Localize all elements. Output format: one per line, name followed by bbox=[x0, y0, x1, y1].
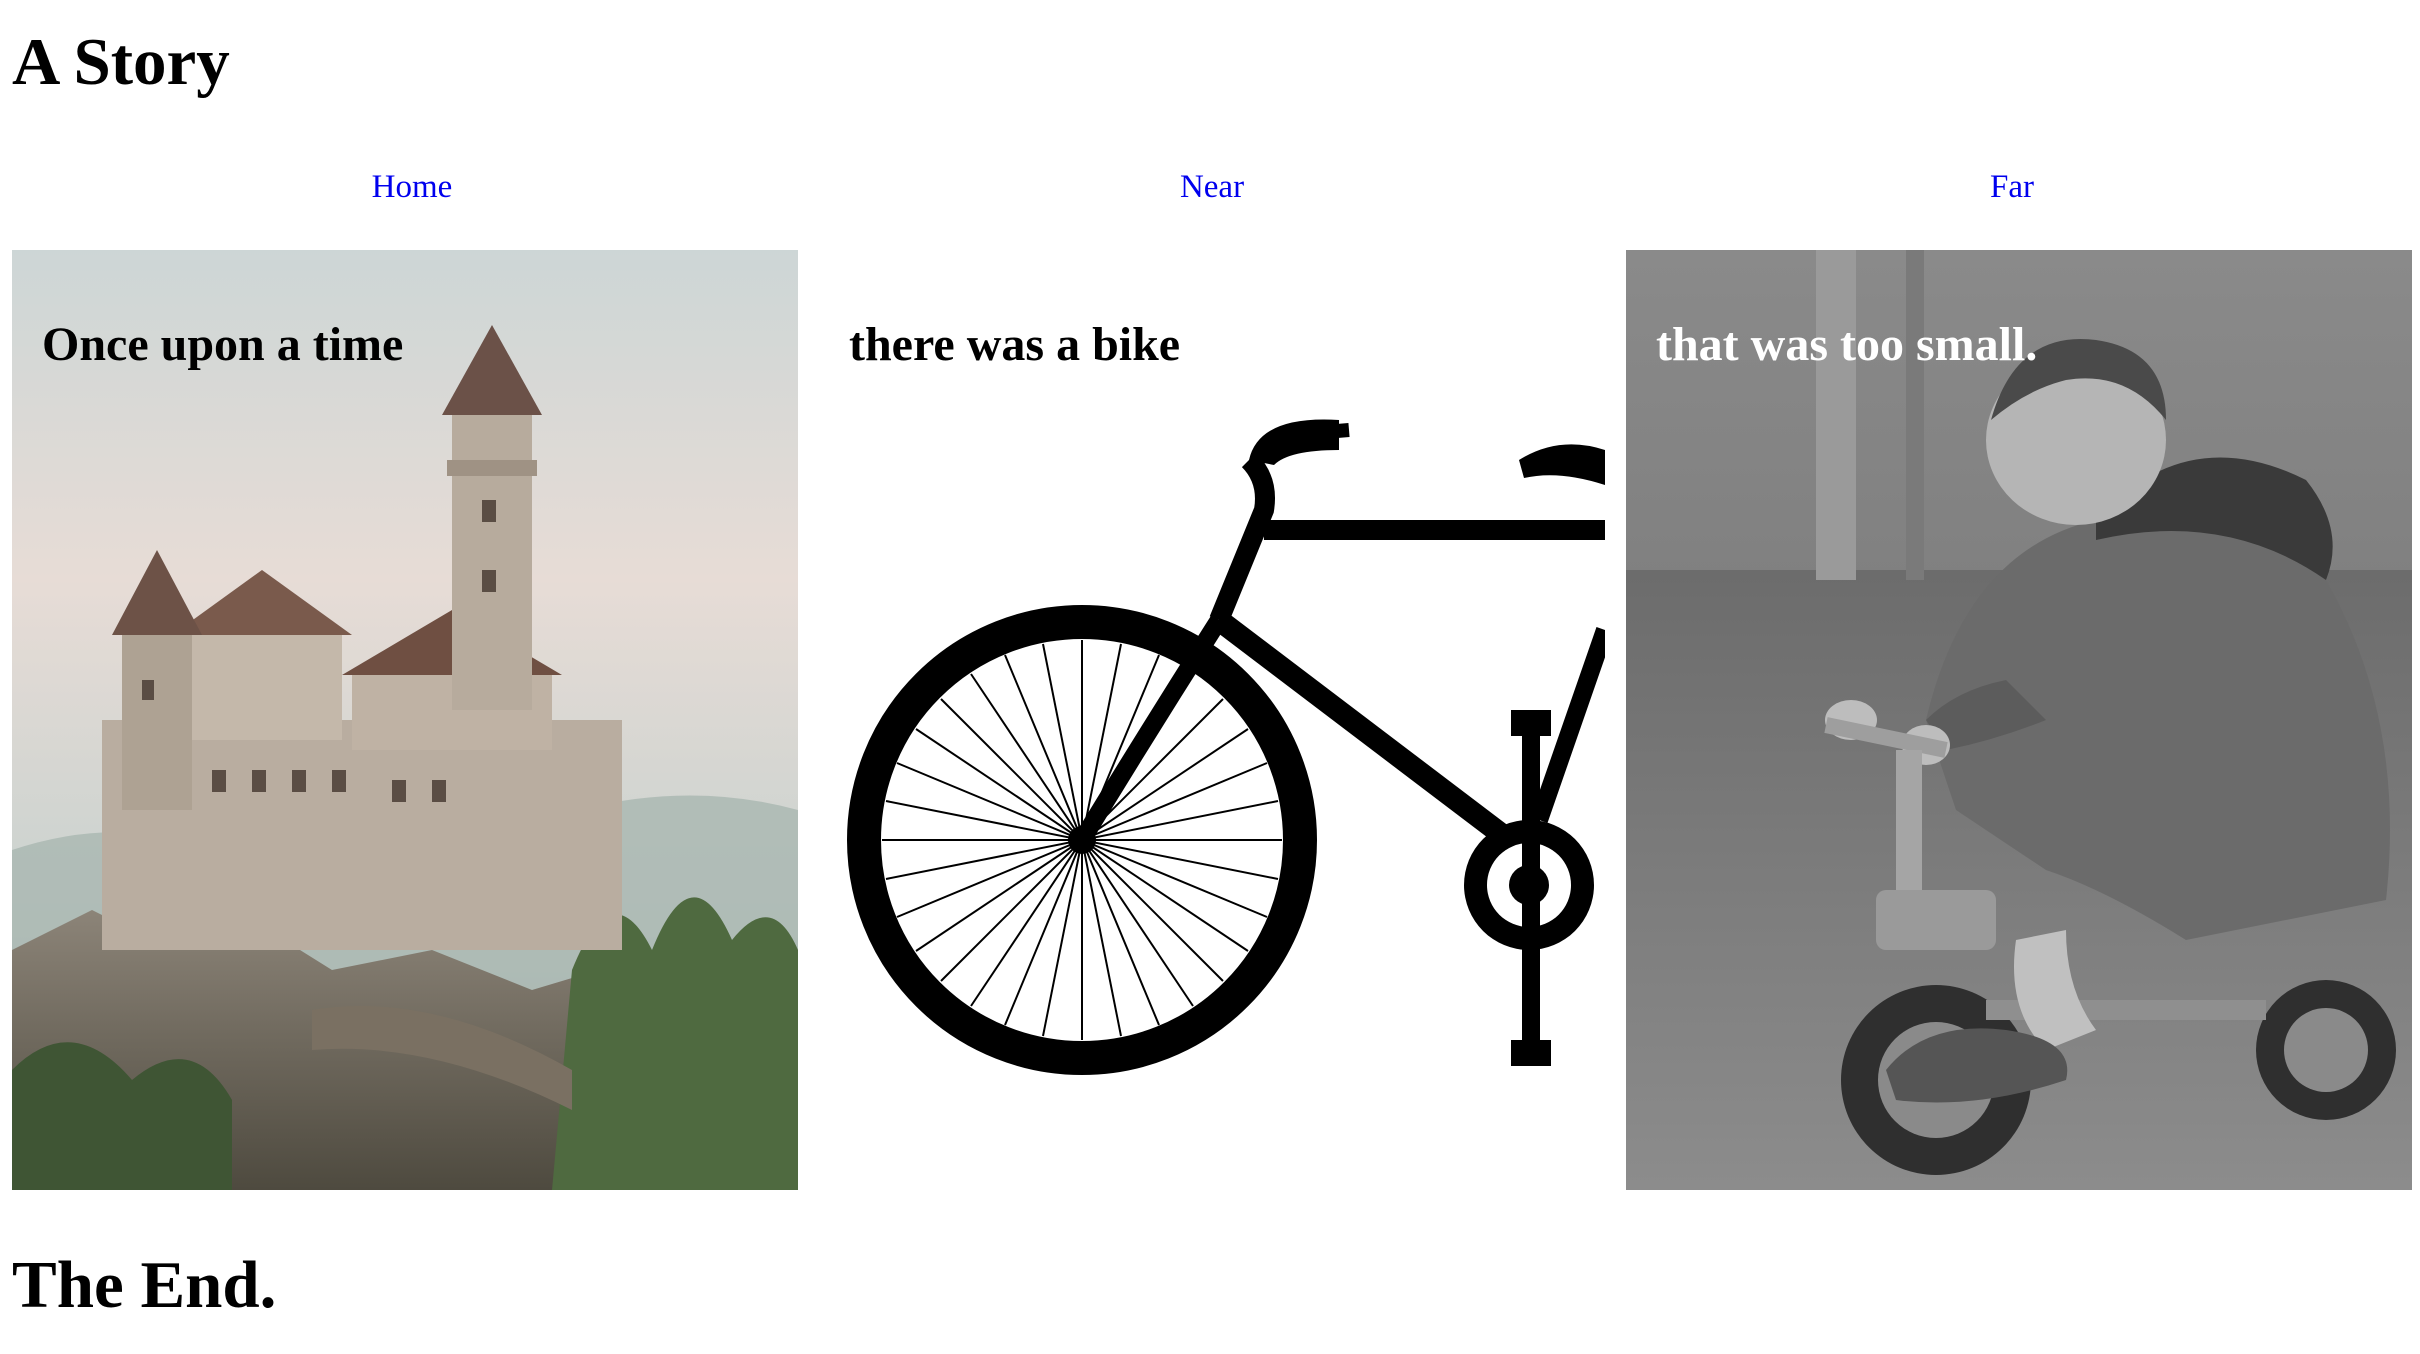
story-page: A Story Home Near Far Once upon a time t… bbox=[0, 0, 2420, 1354]
panel-caption-bike: there was a bike bbox=[849, 318, 1181, 371]
story-panel-bike: there was a bike bbox=[819, 250, 1605, 1190]
main-nav: Home Near Far bbox=[12, 162, 2412, 212]
story-panels: Once upon a time there was a bike that w… bbox=[12, 250, 2412, 1190]
bicycle-image bbox=[819, 250, 1605, 1190]
panel-caption-child: that was too small. bbox=[1656, 318, 2038, 371]
nav-link-far[interactable]: Far bbox=[1612, 162, 2412, 212]
page-title: A Story bbox=[12, 25, 230, 99]
end-title: The End. bbox=[12, 1248, 277, 1322]
nav-link-near[interactable]: Near bbox=[812, 162, 1612, 212]
child-tricycle-image bbox=[1626, 250, 2412, 1190]
story-panel-castle: Once upon a time bbox=[12, 250, 798, 1190]
panel-caption-castle: Once upon a time bbox=[42, 318, 404, 371]
castle-image bbox=[12, 250, 798, 1190]
nav-link-home[interactable]: Home bbox=[12, 162, 812, 212]
story-panel-child: that was too small. bbox=[1626, 250, 2412, 1190]
